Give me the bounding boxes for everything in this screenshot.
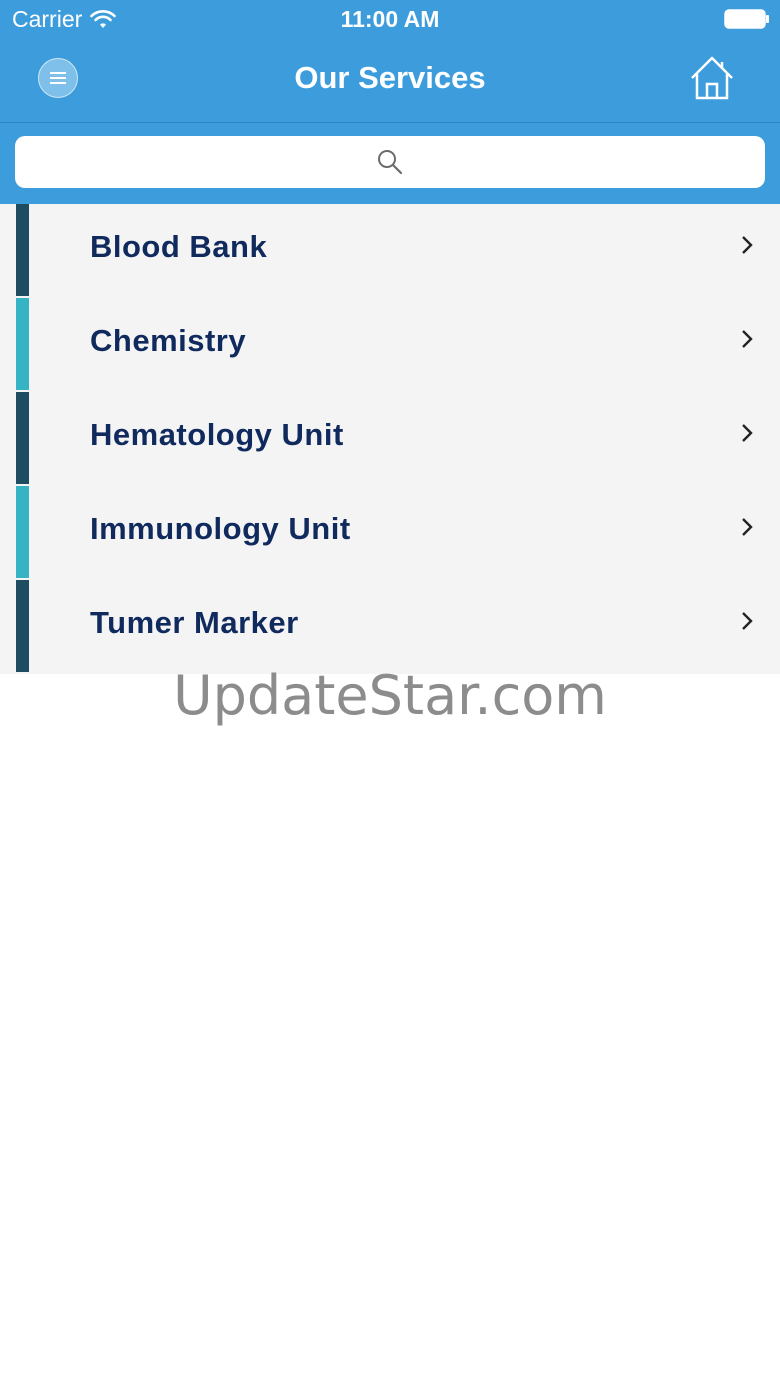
- home-button[interactable]: [688, 54, 736, 102]
- accent-stripe: [16, 298, 29, 390]
- accent-stripe: [16, 204, 29, 296]
- chevron-right-icon: [742, 236, 753, 254]
- list-item-tumer-marker[interactable]: Tumer Marker: [0, 580, 780, 674]
- search-input[interactable]: [15, 136, 769, 190]
- list-item-immunology-unit[interactable]: Immunology Unit: [0, 486, 780, 580]
- list-item-label: Immunology Unit: [90, 511, 351, 546]
- list-item-label: Blood Bank: [90, 229, 268, 264]
- chevron-right-icon: [742, 612, 753, 630]
- search-bar: [0, 123, 780, 204]
- list-item-label: Hematology Unit: [90, 417, 344, 452]
- accent-stripe: [16, 580, 29, 672]
- watermark-text: UpdateStar.com: [173, 664, 607, 727]
- list-item-hematology-unit[interactable]: Hematology Unit: [0, 392, 780, 486]
- list-item-label: Tumer Marker: [90, 605, 299, 640]
- home-icon: [691, 56, 733, 100]
- list-item-label: Chemistry: [90, 323, 247, 358]
- chevron-right-icon: [742, 330, 753, 348]
- status-time: 11:00 AM: [340, 6, 440, 32]
- accent-stripe: [16, 392, 29, 484]
- page-title: Our Services: [294, 60, 486, 95]
- status-bar: Carrier 11:00 AM: [0, 0, 780, 40]
- chevron-right-icon: [742, 424, 753, 442]
- navigation-bar: Our Services: [0, 40, 780, 123]
- screen: Carrier 11:00 AM Our Services Blood Bank…: [0, 0, 780, 1387]
- services-list: Blood Bank Chemistry Hematology Unit Imm…: [0, 204, 780, 674]
- list-item-blood-bank[interactable]: Blood Bank: [0, 204, 780, 298]
- accent-stripe: [16, 486, 29, 578]
- chevron-right-icon: [742, 518, 753, 536]
- search-field[interactable]: [15, 136, 769, 190]
- list-item-chemistry[interactable]: Chemistry: [0, 298, 780, 392]
- battery-icon: [724, 9, 769, 29]
